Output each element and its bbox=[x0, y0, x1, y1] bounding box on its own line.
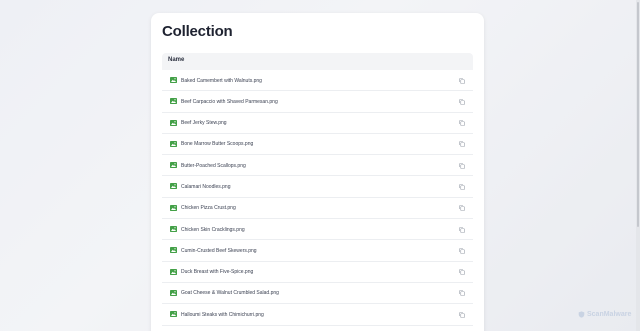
file-name[interactable]: Chicken Skin Cracklings.png bbox=[181, 227, 245, 233]
scrollbar[interactable] bbox=[636, 0, 640, 331]
image-file-icon bbox=[170, 247, 177, 254]
copy-icon[interactable] bbox=[459, 269, 465, 275]
image-file-icon bbox=[170, 119, 177, 126]
copy-icon[interactable] bbox=[459, 226, 465, 233]
file-name[interactable]: Duck Breast with Five-Spice.png bbox=[181, 269, 253, 275]
table-row[interactable]: Baked Camembert with Walnuts.png bbox=[162, 70, 473, 92]
file-table: Name Baked Camembert with Walnuts.png Bee… bbox=[162, 53, 473, 326]
copy-icon[interactable] bbox=[459, 162, 465, 169]
watermark-text: ScanMalware bbox=[587, 311, 632, 318]
file-name[interactable]: Chicken Pizza Crust.png bbox=[181, 205, 236, 211]
table-row[interactable]: Beef Carpaccio with Shaved Parmesan.png bbox=[162, 91, 473, 113]
shield-logo-icon bbox=[578, 311, 585, 318]
copy-icon[interactable] bbox=[459, 205, 465, 212]
table-row[interactable]: Cumin-Crusted Beef Skewers.png bbox=[162, 240, 473, 262]
image-file-icon bbox=[170, 204, 177, 211]
collection-card: Collection Name Baked Camembert with Wal… bbox=[151, 13, 484, 331]
image-file-icon bbox=[170, 77, 177, 83]
copy-icon[interactable] bbox=[459, 98, 465, 105]
image-file-icon bbox=[170, 98, 177, 105]
file-name[interactable]: Calamari Noodles.png bbox=[181, 184, 230, 190]
table-row[interactable]: Chicken Pizza Crust.png bbox=[162, 198, 473, 220]
page-title: Collection bbox=[162, 23, 233, 40]
file-name[interactable]: Halloumi Steaks with Chimichurri.png bbox=[181, 312, 264, 318]
file-name[interactable]: Beef Carpaccio with Shaved Parmesan.png bbox=[181, 99, 278, 105]
file-name[interactable]: Goat Cheese & Walnut Crumbled Salad.png bbox=[181, 290, 279, 296]
copy-icon[interactable] bbox=[459, 141, 465, 148]
table-header: Name bbox=[162, 53, 473, 70]
table-row[interactable]: Chicken Skin Cracklings.png bbox=[162, 219, 473, 241]
table-row[interactable]: Duck Breast with Five-Spice.png bbox=[162, 262, 473, 283]
copy-icon[interactable] bbox=[459, 77, 465, 84]
image-file-icon bbox=[170, 268, 177, 275]
copy-icon[interactable] bbox=[459, 311, 465, 318]
copy-icon[interactable] bbox=[459, 120, 465, 126]
file-name[interactable]: Beef Jerky Stew.png bbox=[181, 120, 227, 126]
file-name[interactable]: Bone Marrow Butter Scoops.png bbox=[181, 141, 253, 147]
image-file-icon bbox=[170, 226, 177, 233]
table-row[interactable]: Calamari Noodles.png bbox=[162, 176, 473, 198]
table-row[interactable]: Butter-Poached Scallops.png bbox=[162, 155, 473, 177]
table-body: Baked Camembert with Walnuts.png Beef Car… bbox=[162, 70, 473, 326]
copy-icon[interactable] bbox=[459, 248, 465, 254]
image-file-icon bbox=[170, 183, 177, 190]
copy-icon[interactable] bbox=[459, 290, 465, 297]
table-row[interactable]: Bone Marrow Butter Scoops.png bbox=[162, 134, 473, 156]
image-file-icon bbox=[170, 162, 177, 169]
image-file-icon bbox=[170, 289, 177, 296]
scrollbar-thumb[interactable] bbox=[637, 2, 639, 227]
column-header-name: Name bbox=[168, 57, 185, 63]
copy-icon[interactable] bbox=[459, 184, 465, 190]
file-name[interactable]: Butter-Poached Scallops.png bbox=[181, 163, 246, 169]
watermark: ScanMalware bbox=[578, 311, 631, 318]
table-row[interactable]: Halloumi Steaks with Chimichurri.png bbox=[162, 304, 473, 326]
image-file-icon bbox=[170, 311, 177, 318]
file-name[interactable]: Baked Camembert with Walnuts.png bbox=[181, 78, 262, 84]
table-row[interactable]: Goat Cheese & Walnut Crumbled Salad.png bbox=[162, 283, 473, 305]
file-name[interactable]: Cumin-Crusted Beef Skewers.png bbox=[181, 248, 257, 254]
table-row[interactable]: Beef Jerky Stew.png bbox=[162, 113, 473, 134]
image-file-icon bbox=[170, 140, 177, 147]
